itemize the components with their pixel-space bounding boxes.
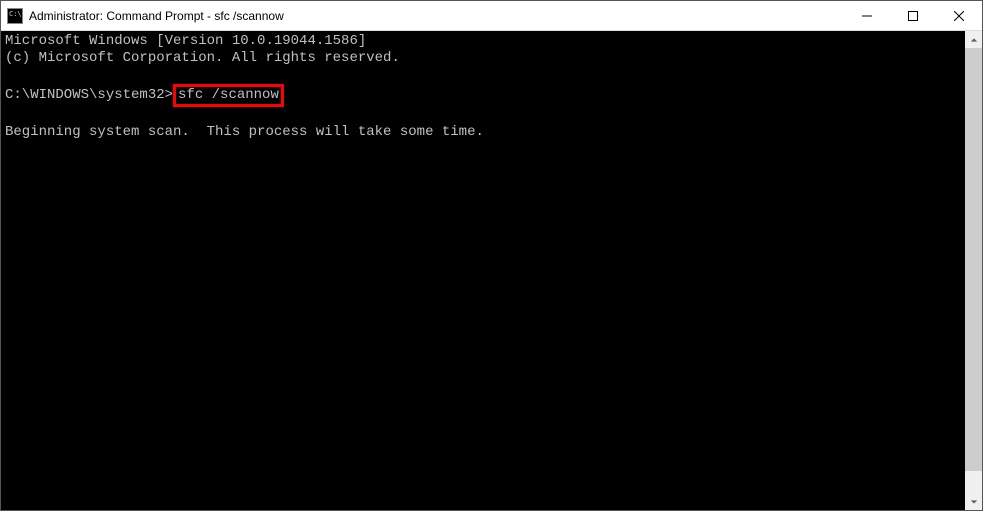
scroll-track[interactable]: [965, 48, 982, 493]
minimize-icon: [862, 11, 872, 21]
status-line: Beginning system scan. This process will…: [5, 124, 961, 141]
copyright-line: (c) Microsoft Corporation. All rights re…: [5, 50, 961, 67]
command-text: sfc /scannow: [178, 87, 279, 103]
prompt-text: C:\WINDOWS\system32>: [5, 87, 173, 103]
blank-line-2: [5, 107, 961, 124]
command-prompt-window: Administrator: Command Prompt - sfc /sca…: [0, 0, 983, 511]
maximize-icon: [908, 11, 918, 21]
terminal-output[interactable]: Microsoft Windows [Version 10.0.19044.15…: [1, 31, 965, 510]
window-title: Administrator: Command Prompt - sfc /sca…: [29, 9, 844, 23]
command-highlight: sfc /scannow: [173, 84, 284, 107]
command-line: C:\WINDOWS\system32> sfc /scannow: [5, 84, 961, 107]
terminal-area: Microsoft Windows [Version 10.0.19044.15…: [1, 31, 982, 510]
vertical-scrollbar[interactable]: [965, 31, 982, 510]
chevron-down-icon: [970, 498, 978, 506]
minimize-button[interactable]: [844, 1, 890, 30]
scroll-up-arrow[interactable]: [965, 31, 982, 48]
scroll-down-arrow[interactable]: [965, 493, 982, 510]
cmd-icon: [7, 8, 23, 24]
chevron-up-icon: [970, 36, 978, 44]
window-controls: [844, 1, 982, 30]
version-line: Microsoft Windows [Version 10.0.19044.15…: [5, 33, 961, 50]
titlebar[interactable]: Administrator: Command Prompt - sfc /sca…: [1, 1, 982, 31]
close-icon: [954, 11, 964, 21]
maximize-button[interactable]: [890, 1, 936, 30]
blank-line: [5, 67, 961, 84]
close-button[interactable]: [936, 1, 982, 30]
scroll-thumb[interactable]: [965, 48, 982, 471]
